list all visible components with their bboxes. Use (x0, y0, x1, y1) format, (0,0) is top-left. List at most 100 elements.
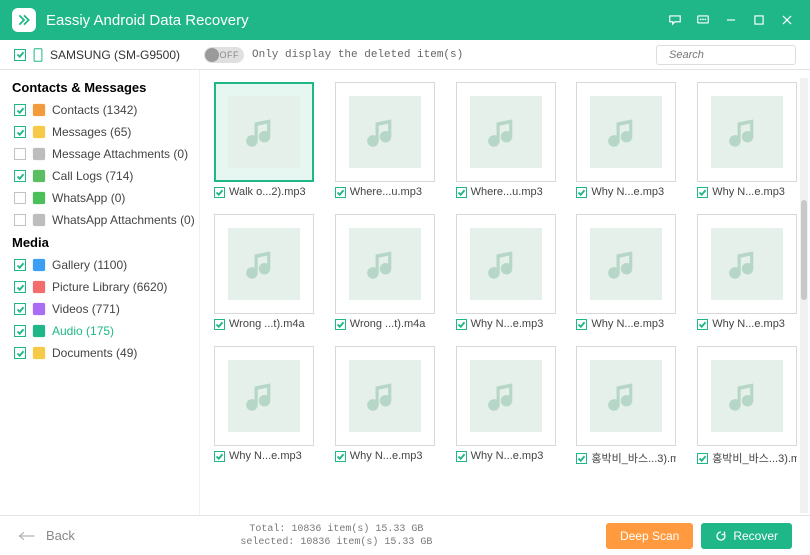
whatsapp-icon (32, 191, 46, 205)
audio-thumbnail[interactable]: 홍박비_바스...3).mp3 (697, 346, 797, 466)
checkbox-icon[interactable] (14, 104, 26, 116)
app-title: Eassiy Android Data Recovery (46, 12, 658, 29)
checkbox-icon[interactable] (214, 451, 225, 462)
thumbnail-caption: Where...u.mp3 (456, 186, 556, 198)
main-panel: Walk o...2).mp3 Where...u.mp3 Where...u.mp… (200, 70, 810, 515)
checkbox-icon[interactable] (697, 319, 708, 330)
checkbox-icon[interactable] (14, 325, 26, 337)
deep-scan-button[interactable]: Deep Scan (606, 523, 693, 549)
toggle-label: Only display the deleted item(s) (252, 49, 463, 61)
thumbnail-grid: Walk o...2).mp3 Where...u.mp3 Where...u.mp… (214, 82, 804, 466)
audio-thumbnail[interactable]: 홍박비_바스...3).mp3 (576, 346, 676, 466)
sidebar-item[interactable]: Picture Library (6620) (14, 276, 199, 298)
sidebar-item[interactable]: Messages (65) (14, 121, 199, 143)
checkbox-icon[interactable] (576, 453, 587, 464)
checkbox-icon[interactable] (335, 451, 346, 462)
checkbox-icon[interactable] (14, 148, 26, 160)
audio-thumbnail[interactable]: Wrong ...t).m4a (335, 214, 435, 330)
sidebar-item[interactable]: WhatsApp Attachments (0) (14, 209, 199, 231)
thumbnail-caption: Why N...e.mp3 (214, 450, 314, 462)
audio-thumbnail[interactable]: Where...u.mp3 (335, 82, 435, 198)
file-name: Where...u.mp3 (471, 186, 543, 198)
sidebar-item-label: WhatsApp (0) (52, 189, 125, 207)
checkbox-icon[interactable] (335, 187, 346, 198)
sidebar-item[interactable]: Audio (175) (14, 320, 199, 342)
sidebar-item[interactable]: Gallery (1100) (14, 254, 199, 276)
audio-thumbnail[interactable]: Why N...e.mp3 (456, 214, 556, 330)
audio-thumbnail[interactable]: Why N...e.mp3 (214, 346, 314, 466)
thumbnail-caption: Why N...e.mp3 (576, 318, 676, 330)
sidebar-item-label: Videos (771) (52, 300, 120, 318)
thumbnail-caption: Why N...e.mp3 (456, 450, 556, 462)
chat-icon[interactable] (692, 9, 714, 31)
checkbox-icon[interactable] (214, 187, 225, 198)
search-box[interactable] (656, 45, 796, 65)
sidebar-item-label: Audio (175) (52, 322, 114, 340)
music-note-icon (349, 96, 421, 168)
checkbox-icon[interactable] (14, 192, 26, 204)
audio-thumbnail[interactable]: Why N...e.mp3 (576, 82, 676, 198)
device-checkbox[interactable] (14, 49, 26, 61)
back-button[interactable]: Back (18, 528, 75, 543)
checkbox-icon[interactable] (14, 347, 26, 359)
checkbox-icon[interactable] (697, 187, 708, 198)
sidebar-item[interactable]: Documents (49) (14, 342, 199, 364)
music-note-icon (349, 228, 421, 300)
sidebar-item[interactable]: Videos (771) (14, 298, 199, 320)
music-note-icon (590, 360, 662, 432)
checkbox-icon[interactable] (14, 259, 26, 271)
checkbox-icon[interactable] (14, 281, 26, 293)
device-selector[interactable]: SAMSUNG (SM-G9500) (14, 48, 200, 62)
thumbnail-caption: Walk o...2).mp3 (214, 186, 314, 198)
checkbox-icon[interactable] (14, 170, 26, 182)
close-button[interactable] (776, 9, 798, 31)
thumbnail-caption: Wrong ...t).m4a (214, 318, 314, 330)
maximize-button[interactable] (748, 9, 770, 31)
checkbox-icon[interactable] (14, 214, 26, 226)
sidebar-item[interactable]: Message Attachments (0) (14, 143, 199, 165)
audio-thumbnail[interactable]: Why N...e.mp3 (697, 82, 797, 198)
search-input[interactable] (669, 49, 810, 61)
music-note-icon (470, 96, 542, 168)
music-note-icon (349, 360, 421, 432)
file-name: Why N...e.mp3 (712, 318, 785, 330)
checkbox-icon[interactable] (456, 187, 467, 198)
sidebar-item-label: Messages (65) (52, 123, 131, 141)
deleted-filter-toggle[interactable]: OFF Only display the deleted item(s) (204, 47, 463, 63)
checkbox-icon[interactable] (576, 187, 587, 198)
audio-thumbnail[interactable]: Why N...e.mp3 (697, 214, 797, 330)
scrollbar-handle[interactable] (801, 200, 807, 300)
sidebar-item[interactable]: Contacts (1342) (14, 99, 199, 121)
checkbox-icon[interactable] (576, 319, 587, 330)
title-bar: Eassiy Android Data Recovery (0, 0, 810, 40)
feedback-icon[interactable] (664, 9, 686, 31)
app-logo (12, 8, 36, 32)
thumbnail-caption: Wrong ...t).m4a (335, 318, 435, 330)
audio-thumbnail[interactable]: Wrong ...t).m4a (214, 214, 314, 330)
audio-thumbnail[interactable]: Why N...e.mp3 (456, 346, 556, 466)
doc-icon (32, 346, 46, 360)
checkbox-icon[interactable] (697, 453, 708, 464)
audio-thumbnail[interactable]: Walk o...2).mp3 (214, 82, 314, 198)
audio-thumbnail[interactable]: Why N...e.mp3 (576, 214, 676, 330)
thumbnail-caption: Why N...e.mp3 (697, 318, 797, 330)
checkbox-icon[interactable] (456, 451, 467, 462)
sidebar-item[interactable]: WhatsApp (0) (14, 187, 199, 209)
checkbox-icon[interactable] (14, 303, 26, 315)
sidebar-item[interactable]: Call Logs (714) (14, 165, 199, 187)
checkbox-icon[interactable] (14, 126, 26, 138)
toggle-switch[interactable]: OFF (204, 47, 244, 63)
checkbox-icon[interactable] (456, 319, 467, 330)
file-name: Why N...e.mp3 (471, 318, 544, 330)
call-icon (32, 169, 46, 183)
audio-thumbnail[interactable]: Where...u.mp3 (456, 82, 556, 198)
checkbox-icon[interactable] (335, 319, 346, 330)
music-note-icon (590, 96, 662, 168)
audio-thumbnail[interactable]: Why N...e.mp3 (335, 346, 435, 466)
checkbox-icon[interactable] (214, 319, 225, 330)
scrollbar[interactable] (800, 78, 808, 513)
messages-icon (32, 125, 46, 139)
recover-button[interactable]: Recover (701, 523, 792, 549)
audio-icon (32, 324, 46, 338)
minimize-button[interactable] (720, 9, 742, 31)
